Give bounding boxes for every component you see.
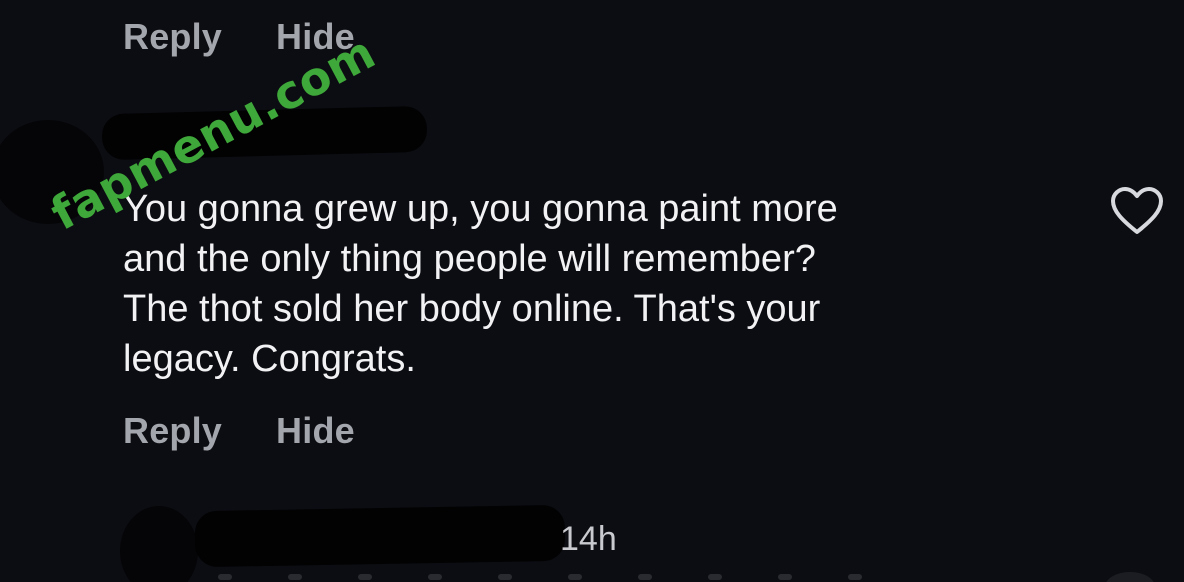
comment-text: You gonna grew up, you gonna paint more … xyxy=(123,188,838,380)
heart-outline-icon[interactable] xyxy=(1110,186,1164,236)
comment-thread: Reply Hide You gonna grew up, you gonna … xyxy=(0,0,1184,582)
reply-button[interactable]: Reply xyxy=(123,410,222,452)
avatar[interactable] xyxy=(120,506,198,582)
redacted-username xyxy=(194,504,566,568)
comment-actions-top: Reply Hide xyxy=(123,16,355,58)
comment-timestamp: 14h xyxy=(560,520,617,558)
redacted-username xyxy=(101,105,428,161)
reply-button[interactable]: Reply xyxy=(123,16,222,58)
comment-actions: Reply Hide xyxy=(123,410,355,452)
hide-button[interactable]: Hide xyxy=(276,16,355,58)
avatar[interactable] xyxy=(0,120,104,224)
hide-button[interactable]: Hide xyxy=(276,410,355,452)
redacted-text-preview xyxy=(218,574,918,582)
heart-outline-icon[interactable] xyxy=(1105,572,1155,582)
